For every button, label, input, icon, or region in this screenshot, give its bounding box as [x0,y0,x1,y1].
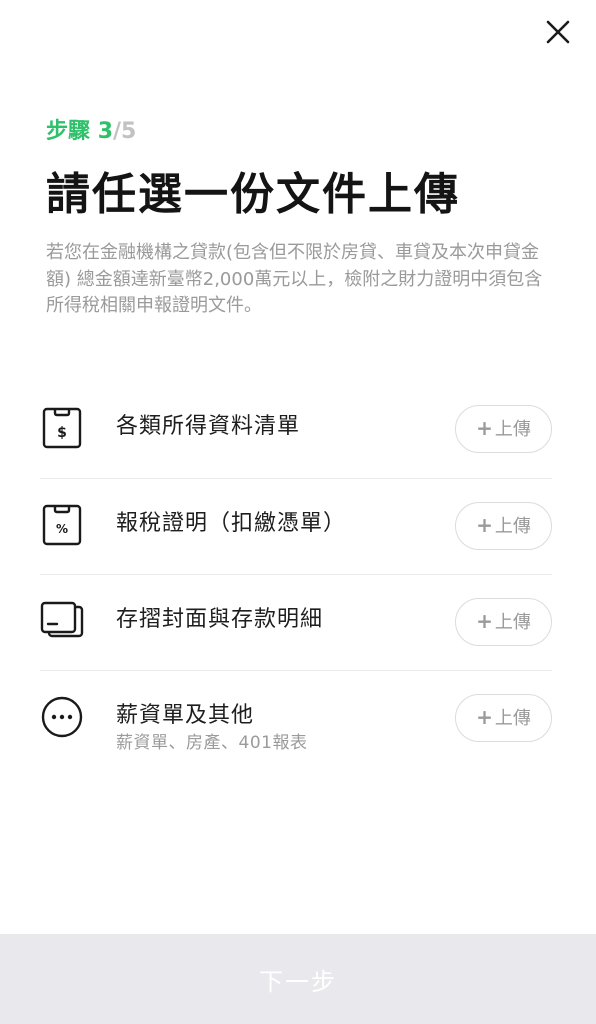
document-text: 存摺封面與存款明細 [116,605,323,635]
svg-text:$: $ [57,425,67,441]
document-name: 薪資單及其他 [116,703,255,728]
more-dots-icon [40,695,84,739]
plus-icon: + [476,705,493,729]
document-item-tax-certificate: % 報稅證明（扣繳憑單） + 上傳 [40,478,552,574]
document-subtitle: 薪資單、房產、401報表 [116,733,308,753]
step-total: 5 [121,119,137,144]
upload-button[interactable]: + 上傳 [455,502,552,550]
document-item-passbook: 存摺封面與存款明細 + 上傳 [40,574,552,670]
document-item-payslip-other: 薪資單及其他 薪資單、房產、401報表 + 上傳 [40,670,552,766]
document-item-income-list: $ 各類所得資料清單 + 上傳 [40,382,552,478]
next-step-label: 下一步 [259,967,337,996]
page-title: 請任選一份文件上傳 [46,169,460,220]
close-icon [546,20,570,44]
upload-label: 上傳 [494,612,531,633]
percent-document-icon: % [40,503,84,547]
step-indicator: 步驟 3/5 [46,118,136,146]
svg-text:%: % [56,522,68,536]
upload-label: 上傳 [494,516,531,537]
step-separator: / [113,119,122,144]
upload-label: 上傳 [494,708,531,729]
upload-button[interactable]: + 上傳 [455,694,552,742]
document-text: 薪資單及其他 薪資單、房產、401報表 [116,701,307,754]
document-text: 報稅證明（扣繳憑單） [116,509,346,539]
document-name: 各類所得資料清單 [116,414,301,439]
document-list: $ 各類所得資料清單 + 上傳 % 報稅證明（扣繳憑單） + 上傳 存摺封面與存… [40,382,552,766]
step-label: 步驟 [46,119,91,144]
close-button[interactable] [540,14,576,50]
document-name: 報稅證明（扣繳憑單） [116,511,347,536]
upload-button[interactable]: + 上傳 [455,598,552,646]
plus-icon: + [476,609,493,633]
document-text: 各類所得資料清單 [116,412,300,442]
passbook-icon [40,599,84,643]
next-step-button[interactable]: 下一步 [0,934,596,1024]
step-current: 3 [97,119,113,144]
document-name: 存摺封面與存款明細 [116,607,324,632]
dollar-document-icon: $ [40,406,84,450]
upload-label: 上傳 [494,419,531,440]
plus-icon: + [476,513,493,537]
upload-button[interactable]: + 上傳 [455,405,552,453]
upload-document-screen: 步驟 3/5 請任選一份文件上傳 若您在金融機構之貸款(包含但不限於房貸、車貸及… [0,0,596,1024]
plus-icon: + [476,416,493,440]
page-description: 若您在金融機構之貸款(包含但不限於房貸、車貸及本次申貸金額) 總金額達新臺幣2,… [46,242,543,316]
